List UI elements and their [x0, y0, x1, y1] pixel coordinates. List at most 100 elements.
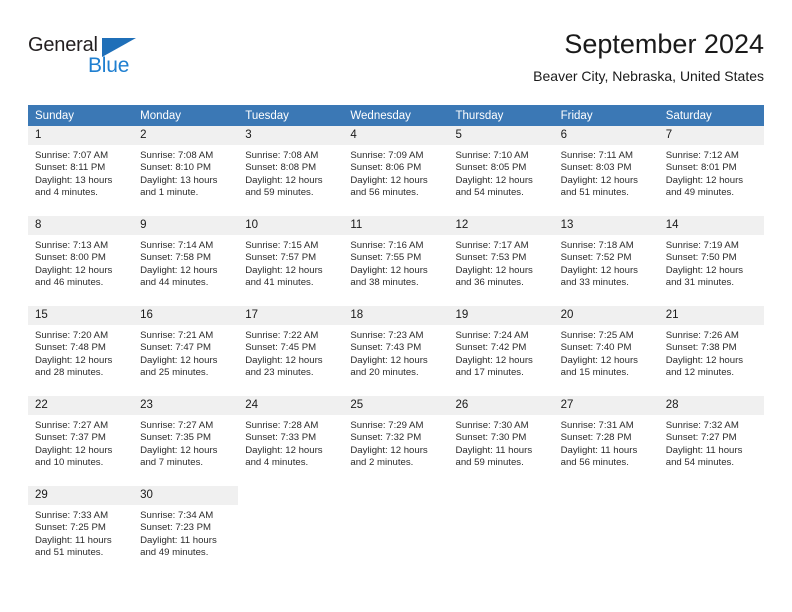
day-number: 17	[238, 306, 344, 325]
sunrise-text: Sunrise: 7:15 AM	[245, 240, 319, 251]
day-details: Sunrise: 7:09 AM Sunset: 8:06 PM Dayligh…	[343, 145, 448, 199]
day-cell[interactable]: 5 Sunrise: 7:10 AM Sunset: 8:05 PM Dayli…	[448, 126, 554, 215]
day-details: Sunrise: 7:23 AM Sunset: 7:43 PM Dayligh…	[343, 325, 448, 379]
day-cell[interactable]: 20 Sunrise: 7:25 AM Sunset: 7:40 PM Dayl…	[553, 306, 659, 395]
day-cell[interactable]: 23 Sunrise: 7:27 AM Sunset: 7:35 PM Dayl…	[133, 396, 239, 485]
weekday-header-sunday: Sunday	[35, 110, 75, 122]
day-cell[interactable]: 8 Sunrise: 7:13 AM Sunset: 8:00 PM Dayli…	[28, 216, 134, 305]
daylight-text-line2: and 15 minutes.	[560, 366, 629, 378]
sunset-text: Sunset: 7:57 PM	[245, 252, 317, 264]
daylight-text-line1: Daylight: 12 hours	[140, 354, 218, 366]
day-details: Sunrise: 7:30 AM Sunset: 7:30 PM Dayligh…	[449, 415, 554, 469]
daylight-text-line1: Daylight: 12 hours	[35, 264, 113, 276]
day-cell[interactable]: 29 Sunrise: 7:33 AM Sunset: 7:25 PM Dayl…	[28, 486, 134, 575]
day-cell[interactable]: 12 Sunrise: 7:17 AM Sunset: 7:53 PM Dayl…	[448, 216, 554, 305]
day-number: 27	[553, 396, 659, 415]
day-cell[interactable]: 16 Sunrise: 7:21 AM Sunset: 7:47 PM Dayl…	[133, 306, 239, 395]
sunset-text: Sunset: 8:10 PM	[140, 162, 212, 174]
daylight-text-line2: and 12 minutes.	[665, 366, 735, 378]
sunrise-text: Sunrise: 7:33 AM	[35, 510, 109, 521]
daylight-text-line1: Daylight: 13 hours	[140, 174, 218, 186]
day-cell[interactable]: 4 Sunrise: 7:09 AM Sunset: 8:06 PM Dayli…	[343, 126, 449, 215]
sunrise-text: Sunrise: 7:20 AM	[35, 330, 109, 341]
day-cell[interactable]: 30 Sunrise: 7:34 AM Sunset: 7:23 PM Dayl…	[133, 486, 239, 575]
daylight-text-line2: and 2 minutes.	[350, 456, 414, 468]
day-cell[interactable]: 21 Sunrise: 7:26 AM Sunset: 7:38 PM Dayl…	[658, 306, 764, 395]
sunset-text: Sunset: 7:37 PM	[35, 432, 106, 444]
day-cell[interactable]: 3 Sunrise: 7:08 AM Sunset: 8:08 PM Dayli…	[238, 126, 344, 215]
sunrise-text: Sunrise: 7:10 AM	[455, 150, 529, 161]
day-cell[interactable]: 9 Sunrise: 7:14 AM Sunset: 7:58 PM Dayli…	[133, 216, 239, 305]
daylight-text-line1: Daylight: 12 hours	[245, 354, 323, 366]
day-details: Sunrise: 7:15 AM Sunset: 7:57 PM Dayligh…	[238, 235, 343, 289]
day-cell[interactable]: 7 Sunrise: 7:12 AM Sunset: 8:01 PM Dayli…	[658, 126, 764, 215]
day-details: Sunrise: 7:21 AM Sunset: 7:47 PM Dayligh…	[133, 325, 238, 379]
day-cell[interactable]: 22 Sunrise: 7:27 AM Sunset: 7:37 PM Dayl…	[28, 396, 134, 485]
day-cell[interactable]: 17 Sunrise: 7:22 AM Sunset: 7:45 PM Dayl…	[238, 306, 344, 395]
day-number: 28	[658, 396, 764, 415]
day-cell[interactable]: 24 Sunrise: 7:28 AM Sunset: 7:33 PM Dayl…	[238, 396, 344, 485]
day-cell[interactable]: 18 Sunrise: 7:23 AM Sunset: 7:43 PM Dayl…	[343, 306, 449, 395]
day-cell[interactable]: 6 Sunrise: 7:11 AM Sunset: 8:03 PM Dayli…	[553, 126, 659, 215]
day-number: 14	[658, 216, 764, 235]
day-number: 20	[553, 306, 659, 325]
day-number: 30	[133, 486, 239, 505]
daylight-text-line1: Daylight: 12 hours	[245, 444, 323, 456]
sunrise-text: Sunrise: 7:23 AM	[350, 330, 424, 341]
day-details: Sunrise: 7:12 AM Sunset: 8:01 PM Dayligh…	[659, 145, 764, 199]
daylight-text-line2: and 59 minutes.	[245, 186, 314, 198]
day-cell[interactable]: 13 Sunrise: 7:18 AM Sunset: 7:52 PM Dayl…	[553, 216, 659, 305]
page-header: General Blue September 2024 Beaver City,…	[28, 28, 764, 96]
daylight-text-line2: and 51 minutes.	[560, 186, 629, 198]
day-number: 12	[448, 216, 554, 235]
day-details: Sunrise: 7:11 AM Sunset: 8:03 PM Dayligh…	[554, 145, 659, 199]
day-cell[interactable]: 14 Sunrise: 7:19 AM Sunset: 7:50 PM Dayl…	[658, 216, 764, 305]
sunset-text: Sunset: 7:53 PM	[455, 252, 527, 264]
sunrise-text: Sunrise: 7:31 AM	[560, 420, 634, 431]
general-blue-logo[interactable]: General Blue	[28, 34, 146, 84]
calendar-week-row: 22 Sunrise: 7:27 AM Sunset: 7:37 PM Dayl…	[28, 396, 764, 486]
day-number: 6	[553, 126, 659, 145]
day-cell[interactable]: 1 Sunrise: 7:07 AM Sunset: 8:11 PM Dayli…	[28, 126, 134, 215]
sunset-text: Sunset: 7:42 PM	[455, 342, 527, 354]
sunset-text: Sunset: 8:08 PM	[245, 162, 317, 174]
sunset-text: Sunset: 7:45 PM	[245, 342, 317, 354]
day-details: Sunrise: 7:08 AM Sunset: 8:10 PM Dayligh…	[133, 145, 238, 199]
day-number: 19	[448, 306, 554, 325]
sunrise-text: Sunrise: 7:28 AM	[245, 420, 319, 431]
daylight-text-line1: Daylight: 12 hours	[665, 354, 744, 366]
day-cell[interactable]: 28 Sunrise: 7:32 AM Sunset: 7:27 PM Dayl…	[658, 396, 764, 485]
daylight-text-line1: Daylight: 12 hours	[560, 174, 638, 186]
day-details: Sunrise: 7:18 AM Sunset: 7:52 PM Dayligh…	[554, 235, 659, 289]
day-cell[interactable]: 27 Sunrise: 7:31 AM Sunset: 7:28 PM Dayl…	[553, 396, 659, 485]
day-cell[interactable]: 25 Sunrise: 7:29 AM Sunset: 7:32 PM Dayl…	[343, 396, 449, 485]
sunrise-text: Sunrise: 7:17 AM	[455, 240, 529, 251]
day-cell[interactable]: 11 Sunrise: 7:16 AM Sunset: 7:55 PM Dayl…	[343, 216, 449, 305]
sunrise-text: Sunrise: 7:16 AM	[350, 240, 424, 251]
day-details: Sunrise: 7:32 AM Sunset: 7:27 PM Dayligh…	[659, 415, 764, 469]
day-number: 29	[28, 486, 134, 505]
sunset-text: Sunset: 7:33 PM	[245, 432, 317, 444]
day-number: 21	[658, 306, 764, 325]
day-cell-empty	[238, 486, 344, 575]
day-details: Sunrise: 7:27 AM Sunset: 7:37 PM Dayligh…	[28, 415, 133, 469]
sunrise-text: Sunrise: 7:14 AM	[140, 240, 214, 251]
sunset-text: Sunset: 8:05 PM	[455, 162, 527, 174]
sunrise-text: Sunrise: 7:18 AM	[560, 240, 634, 251]
day-cell[interactable]: 15 Sunrise: 7:20 AM Sunset: 7:48 PM Dayl…	[28, 306, 134, 395]
day-cell[interactable]: 2 Sunrise: 7:08 AM Sunset: 8:10 PM Dayli…	[133, 126, 239, 215]
day-cell[interactable]: 26 Sunrise: 7:30 AM Sunset: 7:30 PM Dayl…	[448, 396, 554, 485]
day-cell[interactable]: 19 Sunrise: 7:24 AM Sunset: 7:42 PM Dayl…	[448, 306, 554, 395]
day-details: Sunrise: 7:26 AM Sunset: 7:38 PM Dayligh…	[659, 325, 764, 379]
day-details: Sunrise: 7:08 AM Sunset: 8:08 PM Dayligh…	[238, 145, 343, 199]
daylight-text-line2: and 4 minutes.	[35, 186, 98, 198]
daylight-text-line1: Daylight: 12 hours	[455, 174, 533, 186]
day-cell-empty	[553, 486, 659, 575]
sunset-text: Sunset: 7:43 PM	[350, 342, 422, 354]
day-cell-empty	[343, 486, 449, 575]
sunset-text: Sunset: 7:32 PM	[350, 432, 422, 444]
sunset-text: Sunset: 7:40 PM	[560, 342, 632, 354]
day-number: 26	[448, 396, 554, 415]
daylight-text-line2: and 56 minutes.	[560, 456, 629, 468]
day-cell[interactable]: 10 Sunrise: 7:15 AM Sunset: 7:57 PM Dayl…	[238, 216, 344, 305]
